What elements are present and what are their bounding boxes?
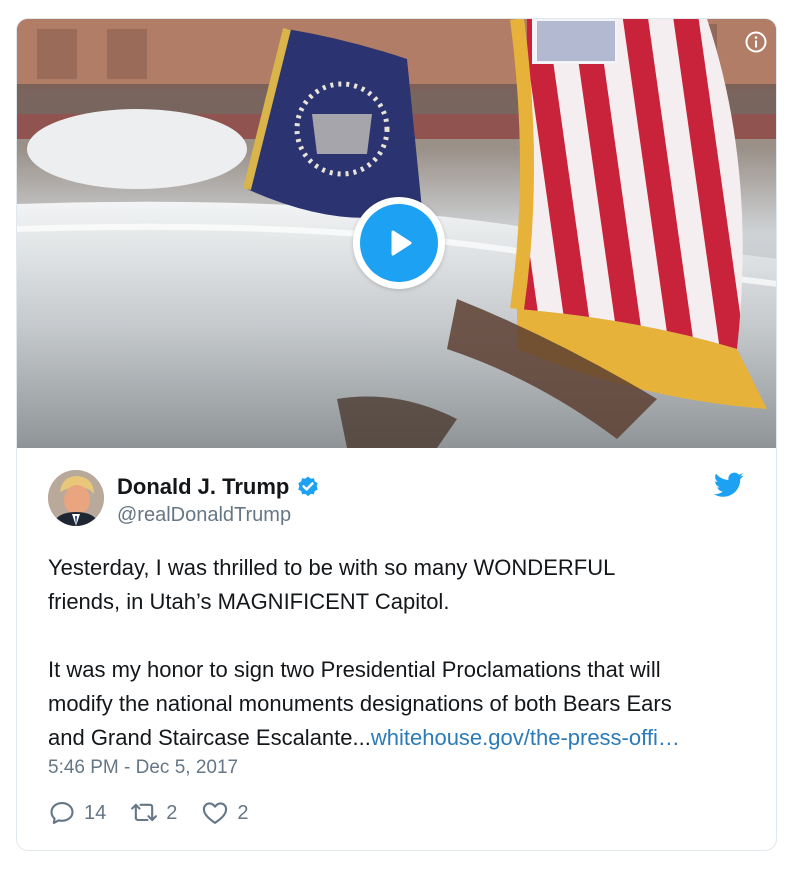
avatar-image <box>48 470 104 526</box>
tweet-card: Donald J. Trump @realDonaldTrump Yesterd… <box>16 18 777 851</box>
tweet-line: It was my honor to sign two Presidential… <box>48 657 661 682</box>
author-handle[interactable]: @realDonaldTrump <box>117 504 291 527</box>
tweet-actions: 14 2 2 <box>48 798 273 828</box>
twitter-bird-icon <box>713 472 744 497</box>
tweet-line: and Grand Staircase Escalante... <box>48 725 371 750</box>
info-icon <box>745 31 767 53</box>
info-button[interactable] <box>745 31 767 53</box>
tweet-text: Yesterday, I was thrilled to be with so … <box>48 551 760 755</box>
verified-badge-icon <box>298 476 319 497</box>
retweet-button[interactable]: 2 <box>130 799 177 827</box>
heart-icon <box>203 802 228 824</box>
tweet-timestamp[interactable]: 5:46 PM - Dec 5, 2017 <box>48 757 238 779</box>
play-button[interactable] <box>353 197 445 289</box>
retweet-count: 2 <box>166 801 178 824</box>
tweet-line: Yesterday, I was thrilled to be with so … <box>48 555 616 580</box>
play-icon <box>391 230 412 256</box>
tweet-link[interactable]: whitehouse.gov/the-press-offi… <box>371 725 680 750</box>
like-count: 2 <box>237 801 249 824</box>
retweet-icon <box>131 803 158 822</box>
author-name[interactable]: Donald J. Trump <box>117 474 320 500</box>
reply-button[interactable]: 14 <box>48 799 106 827</box>
avatar[interactable] <box>48 470 104 526</box>
like-button[interactable]: 2 <box>201 799 249 827</box>
display-name: Donald J. Trump <box>117 474 290 499</box>
tweet-line: modify the national monuments designatio… <box>48 691 672 716</box>
reply-count: 14 <box>84 801 107 824</box>
tweet-line: friends, in Utah’s MAGNIFICENT Capitol. <box>48 589 450 614</box>
twitter-logo-link[interactable] <box>713 472 744 498</box>
play-button-inner <box>360 204 438 282</box>
reply-icon <box>50 802 74 824</box>
video-media[interactable] <box>17 19 776 448</box>
tweet-line-with-link: and Grand Staircase Escalante...whitehou… <box>48 721 760 755</box>
